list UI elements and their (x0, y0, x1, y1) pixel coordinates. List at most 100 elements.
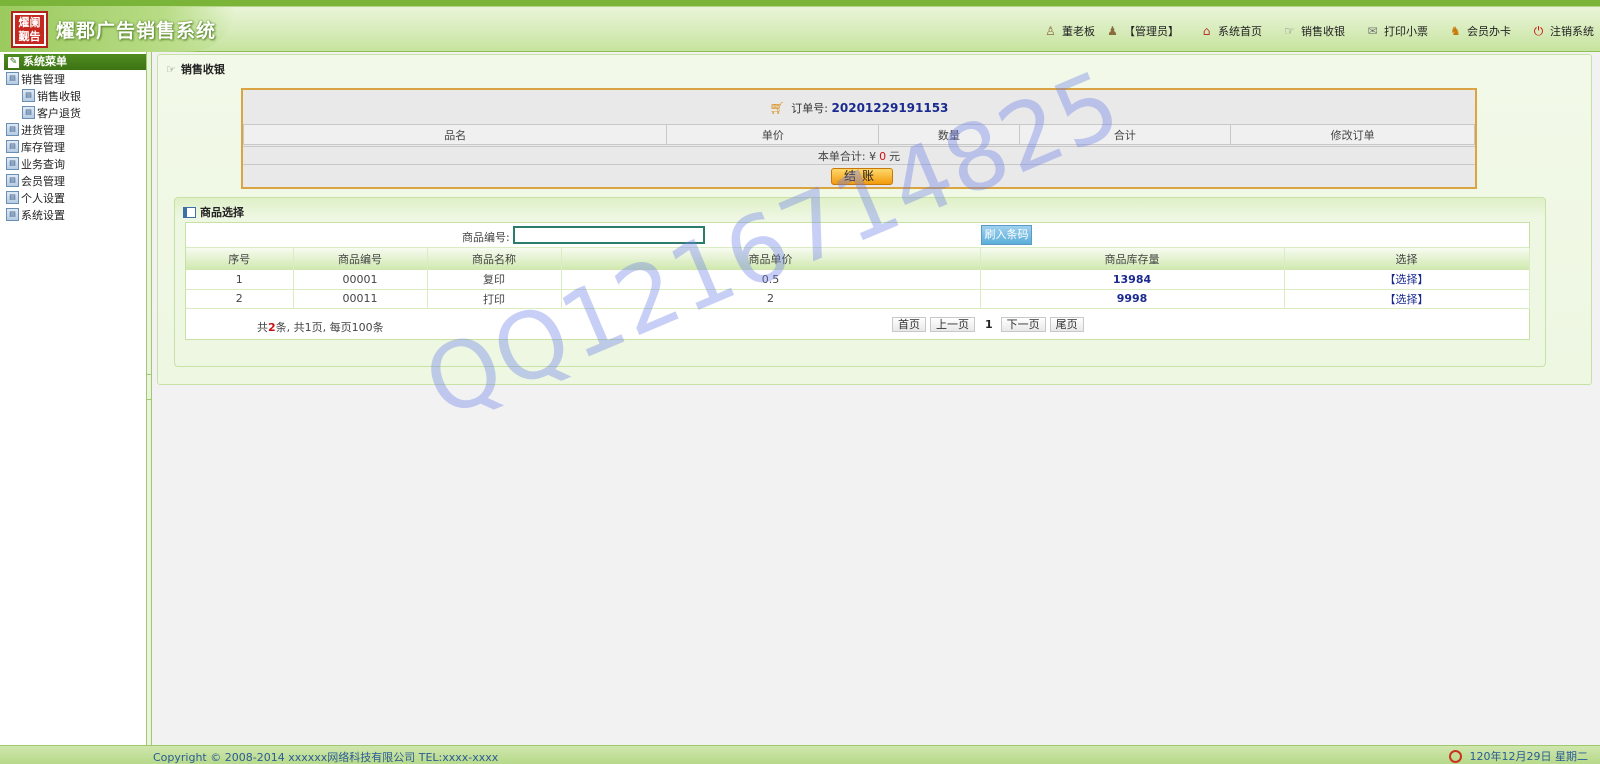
prev-page-button[interactable]: 上一页 (930, 316, 975, 332)
pager: 共2条, 共1页, 每页100条 首页 上一页 1 下一页 尾页 (186, 309, 1529, 339)
sidebar-item-label: 系统设置 (21, 208, 65, 222)
nav-print-label: 打印小票 (1384, 25, 1428, 38)
nav-sales-label: 销售收银 (1301, 25, 1345, 38)
sidebar-title-label: 系统菜单 (23, 55, 67, 68)
sidebar-splitter[interactable] (146, 52, 152, 745)
nav-role[interactable]: ♟ 【管理员】 (1105, 23, 1179, 39)
col-item-name: 品名 (242, 124, 668, 145)
col-product-price: 商品单价 (561, 248, 981, 270)
sidebar-item-purchase-mgmt[interactable]: ▤ 进货管理 (0, 121, 149, 138)
nav-user-label: 董老板 (1062, 25, 1095, 38)
select-link[interactable]: 【选择】 (1284, 289, 1530, 309)
nav-role-label: 【管理员】 (1124, 25, 1179, 38)
col-subtotal: 合计 (1018, 124, 1232, 145)
sidebar-item-customer-return[interactable]: ▤ 客户退货 (0, 104, 149, 121)
pager-buttons: 首页 上一页 1 下一页 尾页 (892, 316, 1088, 332)
folder-icon: ▤ (6, 191, 19, 204)
search-row: 商品编号: 刷入条码 (186, 223, 1529, 248)
date-display: 120年12月29日 星期二 (1448, 748, 1589, 764)
order-table-header: 品名 单价 数量 合计 修改订单 (242, 124, 1475, 145)
copyright: Copyright © 2008-2014 xxxxxx网络科技有限公司 TEL… (153, 751, 499, 764)
top-nav: ♙ 董老板 ♟ 【管理员】 ⌂ 系统首页 ☞ 销售收银 ✉ 打印小票 ♞ 会员办… (1043, 22, 1594, 40)
nav-home-label: 系统首页 (1218, 25, 1262, 38)
product-code-input[interactable] (513, 226, 705, 244)
sidebar-title: ✎ 系统菜单 (4, 54, 147, 70)
folder-icon: ▤ (6, 72, 19, 85)
panel-title: ☞ 销售收银 (166, 61, 225, 77)
sidebar-item-label: 库存管理 (21, 140, 65, 154)
nav-sales[interactable]: ☞ 销售收银 (1282, 23, 1345, 39)
page-icon: ▤ (22, 89, 35, 102)
nav-logout[interactable]: ⏻ 注销系统 (1531, 23, 1594, 39)
cell-name: 复印 (427, 270, 562, 290)
order-number-label: 订单号: (791, 102, 829, 115)
logo-seal: 燿阑 觐告 (15, 15, 44, 44)
logo-line: 觐告 (18, 30, 41, 43)
folder-icon: ▤ (6, 140, 19, 153)
page-icon: ▤ (22, 106, 35, 119)
sidebar-item-sales-cashier[interactable]: ▤ 销售收银 (0, 87, 149, 104)
folder-icon: ▤ (6, 174, 19, 187)
first-page-button[interactable]: 首页 (892, 316, 926, 332)
pager-summary: 共2条, 共1页, 每页100条 (257, 319, 384, 335)
nav-home[interactable]: ⌂ 系统首页 (1199, 23, 1262, 39)
sidebar-item-label: 销售管理 (21, 72, 65, 86)
date-text: 120年12月29日 星期二 (1469, 750, 1589, 763)
nav-logout-label: 注销系统 (1550, 25, 1594, 38)
nav-member-label: 会员办卡 (1467, 25, 1511, 38)
col-product-stock: 商品库存量 (980, 248, 1285, 270)
scan-barcode-button[interactable]: 刷入条码 (981, 225, 1032, 245)
cell-stock: 9998 (980, 289, 1285, 309)
cell-price: 2 (561, 289, 981, 309)
cart-icon: 🛒︎ (769, 101, 785, 115)
print-icon: ✉ (1367, 23, 1378, 38)
sidebar-item-label: 个人设置 (21, 191, 65, 205)
order-total: 本单合计: ¥0 元 (243, 146, 1475, 165)
product-table-header: 序号 商品编号 商品名称 商品单价 商品库存量 选择 (186, 248, 1530, 270)
home-icon: ⌂ (1202, 23, 1211, 38)
logo-line: 燿阑 (18, 16, 41, 29)
sidebar-item-member-mgmt[interactable]: ▤ 会员管理 (0, 172, 149, 189)
checkout-button[interactable]: 结账 (831, 168, 893, 185)
footer: Copyright © 2008-2014 xxxxxx网络科技有限公司 TEL… (0, 745, 1600, 764)
sidebar-item-label: 客户退货 (37, 106, 81, 120)
app-logo: 燿阑 觐告 (11, 11, 48, 48)
nav-member[interactable]: ♞ 会员办卡 (1448, 23, 1511, 39)
user-icon: ♙ (1045, 23, 1056, 38)
logout-icon: ⏻ (1533, 23, 1544, 38)
sidebar-item-inventory-mgmt[interactable]: ▤ 库存管理 (0, 138, 149, 155)
sidebar-item-sales-mgmt[interactable]: ▤ 销售管理 (0, 70, 149, 87)
pager-suffix: 条, 共1页, 每页100条 (275, 320, 384, 334)
nav-user[interactable]: ♙ 董老板 (1043, 23, 1095, 39)
select-link[interactable]: 【选择】 (1284, 270, 1530, 290)
nav-print[interactable]: ✉ 打印小票 (1365, 23, 1428, 39)
folder-icon: ▤ (6, 157, 19, 170)
pager-total: 2 (268, 320, 276, 334)
panel-title-label: 销售收银 (180, 63, 225, 76)
product-select-title-label: 商品选择 (200, 206, 244, 219)
table-row: 1 00001 复印 0.5 13984 【选择】 (186, 270, 1530, 290)
next-page-button[interactable]: 下一页 (1000, 316, 1046, 332)
product-select-body: 商品编号: 刷入条码 序号 商品编号 商品名称 商品单价 商品库存量 选择 1 … (185, 222, 1530, 340)
product-select-panel: 商品选择 商品编号: 刷入条码 序号 商品编号 商品名称 商品单价 商品库存量 … (174, 197, 1546, 367)
top-header: 燿阑 觐告 燿郡广告销售系统 ♙ 董老板 ♟ 【管理员】 ⌂ 系统首页 ☞ 销售… (0, 0, 1600, 52)
menu-icon: ✎ (8, 56, 19, 68)
app-title: 燿郡广告销售系统 (56, 20, 217, 42)
order-box: 🛒︎ 订单号: 20201229191153 品名 单价 数量 合计 修改订单 … (241, 88, 1477, 189)
col-product-name: 商品名称 (427, 248, 562, 270)
order-number-value: 20201229191153 (831, 101, 949, 115)
sidebar-item-system-settings[interactable]: ▤ 系统设置 (0, 206, 149, 223)
product-table: 序号 商品编号 商品名称 商品单价 商品库存量 选择 1 00001 复印 0.… (186, 248, 1530, 309)
sidebar: ✎ 系统菜单 ▤ 销售管理 ▤ 销售收银 ▤ 客户退货 ▤ 进货管理 ▤ 库存管… (0, 52, 150, 745)
splitter-grip[interactable] (147, 374, 151, 400)
sidebar-item-personal-settings[interactable]: ▤ 个人设置 (0, 189, 149, 206)
cell-stock: 13984 (980, 270, 1285, 290)
sidebar-item-label: 业务查询 (21, 157, 65, 171)
last-page-button[interactable]: 尾页 (1049, 316, 1084, 332)
member-card-icon: ♞ (1450, 23, 1461, 38)
col-select: 选择 (1284, 248, 1530, 270)
table-icon (183, 206, 196, 218)
sidebar-item-business-query[interactable]: ▤ 业务查询 (0, 155, 149, 172)
col-product-code: 商品编号 (293, 248, 428, 270)
sales-panel: ☞ 销售收银 🛒︎ 订单号: 20201229191153 品名 单价 数量 合… (157, 54, 1592, 385)
